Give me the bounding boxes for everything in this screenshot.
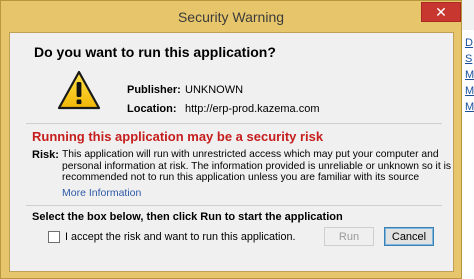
more-information-link[interactable]: More Information	[62, 187, 141, 199]
dialog-question: Do you want to run this application?	[34, 44, 276, 60]
publisher-value: UNKNOWN	[185, 84, 244, 96]
accept-risk-checkbox[interactable]	[48, 231, 60, 243]
publisher-label: Publisher:	[127, 84, 181, 96]
cancel-button-label: Cancel	[391, 230, 427, 243]
divider-top	[26, 123, 442, 124]
divider-bottom	[26, 205, 442, 206]
background-link-5[interactable]: M	[465, 100, 474, 114]
instruction-text: Select the box below, then click Run to …	[32, 211, 343, 223]
background-link-3[interactable]: M	[465, 68, 474, 82]
background-link-4[interactable]: M	[465, 84, 474, 98]
close-icon: ✕	[435, 3, 447, 20]
risk-label: Risk:	[32, 149, 59, 161]
background-link-1[interactable]: D	[465, 36, 473, 50]
security-warning-window: Security Warning ✕ Do you want to run th…	[0, 0, 462, 279]
risk-description: This application will run with unrestric…	[62, 149, 451, 183]
accept-risk-label[interactable]: I accept the risk and want to run this a…	[65, 231, 295, 243]
title-bar[interactable]: Security Warning ✕	[1, 1, 461, 32]
location-label: Location:	[127, 103, 177, 115]
run-button-label: Run	[338, 230, 360, 243]
background-link-2[interactable]: S	[465, 52, 472, 66]
cancel-button[interactable]: Cancel	[384, 227, 434, 246]
risk-heading: Running this application may be a securi…	[32, 129, 324, 144]
location-value: http://erp-prod.kazema.com	[185, 103, 320, 115]
close-button[interactable]: ✕	[421, 2, 461, 22]
run-button[interactable]: Run	[324, 227, 374, 246]
window-title: Security Warning	[177, 9, 285, 25]
dialog-body: Do you want to run this application? Pub…	[9, 32, 454, 272]
warning-triangle-icon	[57, 70, 101, 110]
